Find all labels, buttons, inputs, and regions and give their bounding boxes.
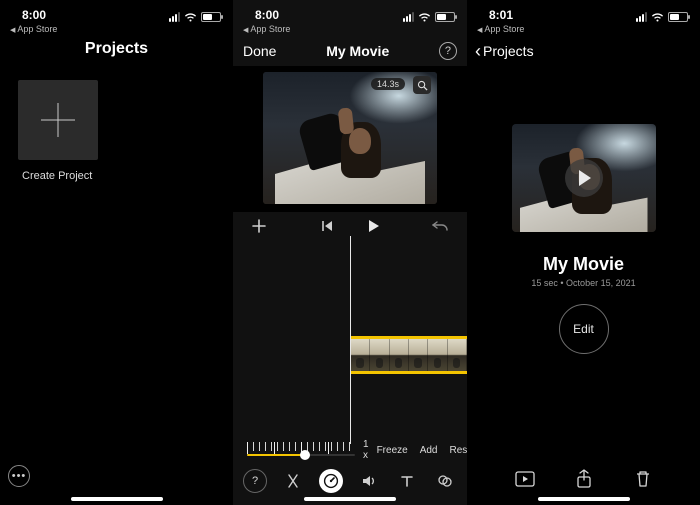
cellular-icon	[169, 12, 180, 22]
back-nav[interactable]: ‹ Projects	[467, 34, 700, 60]
preview-area: 14.3s	[233, 66, 467, 212]
transport-bar	[233, 212, 467, 236]
share-button[interactable]	[572, 467, 596, 491]
playhead-caret-icon	[344, 204, 356, 212]
volume-tool[interactable]	[357, 469, 381, 493]
help-button[interactable]: ?	[439, 42, 457, 60]
back-to-app[interactable]: App Store	[0, 22, 233, 34]
movie-title: My Movie	[467, 254, 700, 275]
status-bar: 8:00	[233, 0, 467, 22]
speed-value: 1 x	[363, 439, 369, 461]
home-indicator[interactable]	[71, 497, 163, 501]
movie-meta: 15 sec • October 15, 2021	[467, 278, 700, 288]
status-right	[403, 12, 455, 22]
page-title: Projects	[0, 40, 233, 58]
reset-speed-button[interactable]: Reset	[449, 445, 467, 456]
speed-tool[interactable]	[319, 469, 343, 493]
status-right	[169, 12, 221, 22]
speed-slider[interactable]	[247, 442, 355, 458]
help-button[interactable]: ?	[243, 469, 267, 493]
skip-start-button[interactable]	[317, 216, 337, 236]
wifi-icon	[184, 13, 197, 22]
edit-button[interactable]: Edit	[559, 304, 609, 354]
chevron-left-icon: ‹	[475, 42, 481, 60]
done-button[interactable]: Done	[243, 43, 276, 59]
speed-controls: 1 x Freeze Add Reset	[247, 439, 453, 461]
video-preview[interactable]: 14.3s	[263, 72, 437, 204]
back-label: Projects	[483, 43, 534, 59]
home-indicator[interactable]	[304, 497, 396, 501]
play-fullscreen-button[interactable]	[513, 467, 537, 491]
freeze-button[interactable]: Freeze	[377, 445, 408, 456]
undo-button[interactable]	[431, 216, 451, 236]
edit-toolbar: ?	[233, 469, 467, 493]
cellular-icon	[636, 12, 647, 22]
battery-icon	[201, 12, 221, 22]
back-to-app[interactable]: App Store	[467, 22, 700, 34]
clock: 8:00	[22, 8, 46, 22]
status-right	[636, 12, 688, 22]
more-button[interactable]: •••	[8, 465, 30, 487]
slider-knob[interactable]	[300, 450, 310, 460]
create-project-label: Create Project	[22, 170, 233, 182]
zoom-button[interactable]	[413, 76, 431, 94]
battery-icon	[435, 12, 455, 22]
timeline-clip[interactable]	[351, 336, 467, 374]
detail-toolbar	[467, 467, 700, 491]
duration-badge: 14.3s	[371, 78, 405, 90]
home-indicator[interactable]	[538, 497, 630, 501]
phone-project-detail: 8:01 App Store ‹ Projects My Movie 15 se…	[467, 0, 700, 505]
delete-button[interactable]	[631, 467, 655, 491]
project-thumbnail[interactable]	[512, 124, 656, 232]
phone-projects: 8:00 App Store Projects Create Project •…	[0, 0, 233, 505]
filters-tool[interactable]	[433, 469, 457, 493]
wifi-icon	[651, 13, 664, 22]
titles-tool[interactable]	[395, 469, 419, 493]
clock: 8:00	[255, 8, 279, 22]
wifi-icon	[418, 13, 431, 22]
play-overlay-icon	[565, 159, 603, 197]
actions-tool[interactable]	[281, 469, 305, 493]
status-bar: 8:00	[0, 0, 233, 22]
add-freeze-button[interactable]: Add	[420, 445, 438, 456]
back-to-app[interactable]: App Store	[233, 22, 467, 34]
phone-editor: 8:00 App Store Done My Movie ? 14.3s	[233, 0, 467, 505]
create-project-tile[interactable]	[18, 80, 98, 160]
clock: 8:01	[489, 8, 513, 22]
timeline[interactable]	[233, 236, 467, 444]
add-media-button[interactable]	[249, 216, 269, 236]
project-title: My Movie	[326, 43, 389, 59]
cellular-icon	[403, 12, 414, 22]
battery-icon	[668, 12, 688, 22]
plus-icon	[41, 103, 75, 137]
editor-nav: Done My Movie ?	[233, 34, 467, 66]
status-bar: 8:01	[467, 0, 700, 22]
play-button[interactable]	[363, 216, 383, 236]
